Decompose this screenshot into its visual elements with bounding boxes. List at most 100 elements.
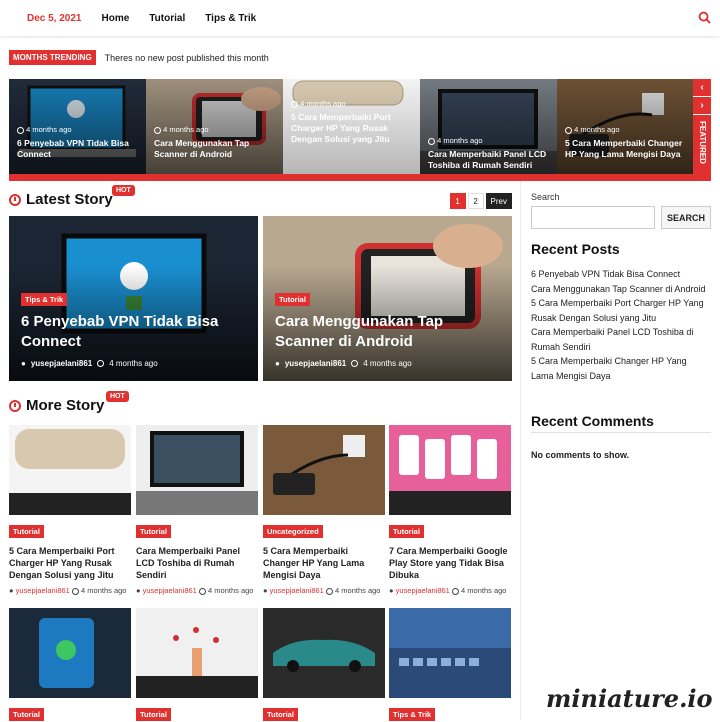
search-label: Search <box>531 192 560 202</box>
card-image <box>136 425 258 515</box>
recent-post-link[interactable]: 5 Cara Memperbaiki Changer HP Yang Lama … <box>531 354 711 383</box>
search-icon[interactable] <box>698 11 711 24</box>
search-button[interactable]: SEARCH <box>661 206 711 229</box>
latest-post-card[interactable]: Tutorial Cara Menggunakan Tap Scanner di… <box>263 216 512 381</box>
hot-badge: HOT <box>106 391 129 402</box>
story-card[interactable]: Tutorial <box>263 608 385 722</box>
post-time: 4 months ago <box>109 359 158 368</box>
card-image <box>389 608 511 698</box>
page-1-button[interactable]: 1 <box>449 193 466 209</box>
card-meta: ● yusepjaelani861 4 months ago <box>9 586 127 595</box>
author-link[interactable]: yusepjaelani861 <box>396 586 450 595</box>
recent-post-link[interactable]: Cara Memperbaiki Panel LCD Toshiba di Ru… <box>531 325 711 354</box>
divider <box>531 432 711 433</box>
recent-posts-heading: Recent Posts <box>531 241 620 257</box>
post-title[interactable]: 6 Penyebab VPN Tidak Bisa Connect <box>21 312 246 352</box>
card-title[interactable]: 5 Cara Memperbaiki Changer HP Yang Lama … <box>263 545 385 581</box>
story-card[interactable]: Tutorial <box>9 608 131 722</box>
slide-time: 4 months ago <box>291 99 346 108</box>
nav-tips-trik[interactable]: Tips & Trik <box>205 13 256 24</box>
author-link[interactable]: yusepjaelani861 <box>285 359 346 368</box>
trending-badge: MONTHS TRENDING <box>9 50 96 65</box>
recent-comments-heading: Recent Comments <box>531 413 654 429</box>
card-title[interactable]: 5 Cara Memperbaiki Port Charger HP Yang … <box>9 545 131 581</box>
slide-vpn[interactable]: 4 months ago 6 Penyebab VPN Tidak Bisa C… <box>9 79 146 174</box>
slide-charger[interactable]: 4 months ago 5 Cara Memperbaiki Changer … <box>557 79 694 174</box>
recent-post-link[interactable]: Cara Menggunakan Tap Scanner di Android <box>531 282 711 297</box>
author-link[interactable]: yusepjaelani861 <box>16 586 70 595</box>
category-badge[interactable]: Tutorial <box>9 708 44 721</box>
story-card[interactable]: Tutorial Cara Memperbaiki Panel LCD Tosh… <box>136 425 258 597</box>
slider-next-button[interactable]: › <box>693 97 711 115</box>
author-icon: ● <box>21 359 26 368</box>
card-image <box>389 425 511 515</box>
featured-tab: ‹ › FEATURED <box>693 79 711 181</box>
latest-post-card[interactable]: Tips & Trik 6 Penyebab VPN Tidak Bisa Co… <box>9 216 258 381</box>
category-badge[interactable]: Tutorial <box>136 708 171 721</box>
watermark: miniature.io <box>546 684 713 713</box>
post-time: 4 months ago <box>363 359 412 368</box>
card-image <box>9 425 131 515</box>
category-badge[interactable]: Tutorial <box>9 525 44 538</box>
author-icon: ● <box>275 359 280 368</box>
slide-time: 4 months ago <box>154 125 209 134</box>
story-card[interactable]: Uncategorized 5 Cara Memperbaiki Changer… <box>263 425 385 597</box>
story-card[interactable]: Tips & Trik <box>389 608 511 722</box>
clock-icon <box>9 193 21 206</box>
post-meta: ● yusepjaelani861 4 months ago <box>275 359 412 368</box>
author-link[interactable]: yusepjaelani861 <box>31 359 92 368</box>
category-badge[interactable]: Tips & Trik <box>389 708 436 721</box>
nav-home[interactable]: Home <box>102 13 130 24</box>
clock-icon <box>9 399 21 412</box>
story-card[interactable]: Tutorial 5 Cara Memperbaiki Port Charger… <box>9 425 131 597</box>
slide-port-charger[interactable]: 4 months ago 5 Cara Memperbaiki Port Cha… <box>283 79 420 174</box>
prev-button[interactable]: Prev <box>485 193 512 209</box>
latest-story-heading: Latest Story HOT <box>9 185 135 208</box>
sidebar: Search SEARCH Recent Posts 6 Penyebab VP… <box>520 181 720 720</box>
slide-lcd-toshiba[interactable]: 4 months ago Cara Memperbaiki Panel LCD … <box>420 79 557 174</box>
card-image <box>136 608 258 698</box>
card-title[interactable]: Cara Memperbaiki Panel LCD Toshiba di Ru… <box>136 545 258 581</box>
recent-post-link[interactable]: 6 Penyebab VPN Tidak Bisa Connect <box>531 267 711 282</box>
page-2-button[interactable]: 2 <box>467 193 484 209</box>
slide-time: 4 months ago <box>17 125 72 134</box>
category-badge[interactable]: Tutorial <box>389 525 424 538</box>
category-badge[interactable]: Tutorial <box>136 525 171 538</box>
slide-tap-scanner[interactable]: 4 months ago Cara Menggunakan Tap Scanne… <box>146 79 283 174</box>
trending-text: Theres no new post published this month <box>104 52 269 63</box>
recent-posts-list: 6 Penyebab VPN Tidak Bisa Connect Cara M… <box>531 267 711 383</box>
slide-title[interactable]: Cara Memperbaiki Panel LCD Toshiba di Ru… <box>428 149 551 171</box>
sidebar-search-input[interactable] <box>531 206 655 229</box>
post-title[interactable]: Cara Menggunakan Tap Scanner di Android <box>275 312 500 352</box>
slide-time: 4 months ago <box>565 125 620 134</box>
category-badge[interactable]: Tutorial <box>275 293 310 306</box>
more-story-heading: More Story HOT <box>9 391 129 414</box>
category-badge[interactable]: Uncategorized <box>263 525 323 538</box>
category-badge[interactable]: Tutorial <box>263 708 298 721</box>
slide-title[interactable]: 6 Penyebab VPN Tidak Bisa Connect <box>17 138 140 160</box>
recent-post-link[interactable]: 5 Cara Memperbaiki Port Charger HP Yang … <box>531 296 711 325</box>
current-date: Dec 5, 2021 <box>27 12 82 24</box>
card-image <box>263 608 385 698</box>
slide-title[interactable]: 5 Cara Memperbaiki Changer HP Yang Lama … <box>565 138 688 160</box>
post-meta: ● yusepjaelani861 4 months ago <box>21 359 158 368</box>
top-bar: Dec 5, 2021 Home Tutorial Tips & Trik <box>0 0 720 36</box>
featured-slider: 4 months ago 6 Penyebab VPN Tidak Bisa C… <box>9 79 702 181</box>
category-badge[interactable]: Tips & Trik <box>21 293 68 306</box>
nav-tutorial[interactable]: Tutorial <box>149 13 185 24</box>
author-link[interactable]: yusepjaelani861 <box>270 586 324 595</box>
latest-story-title: Latest Story <box>26 191 113 208</box>
author-link[interactable]: yusepjaelani861 <box>143 586 197 595</box>
card-image <box>263 425 385 515</box>
trending-bar: MONTHS TRENDING Theres no new post publi… <box>9 50 269 65</box>
story-card[interactable]: Tutorial <box>136 608 258 722</box>
slide-title[interactable]: Cara Menggunakan Tap Scanner di Android <box>154 138 277 160</box>
slide-time: 4 months ago <box>428 136 483 145</box>
card-title[interactable]: 7 Cara Memperbaiki Google Play Store yan… <box>389 545 511 581</box>
slider-prev-button[interactable]: ‹ <box>693 79 711 97</box>
slide-title[interactable]: 5 Cara Memperbaiki Port Charger HP Yang … <box>291 112 414 145</box>
main-nav: Home Tutorial Tips & Trik <box>102 13 277 24</box>
featured-label: FEATURED <box>698 121 707 164</box>
story-card[interactable]: Tutorial 7 Cara Memperbaiki Google Play … <box>389 425 511 597</box>
card-meta: ● yusepjaelani861 4 months ago <box>263 586 381 595</box>
